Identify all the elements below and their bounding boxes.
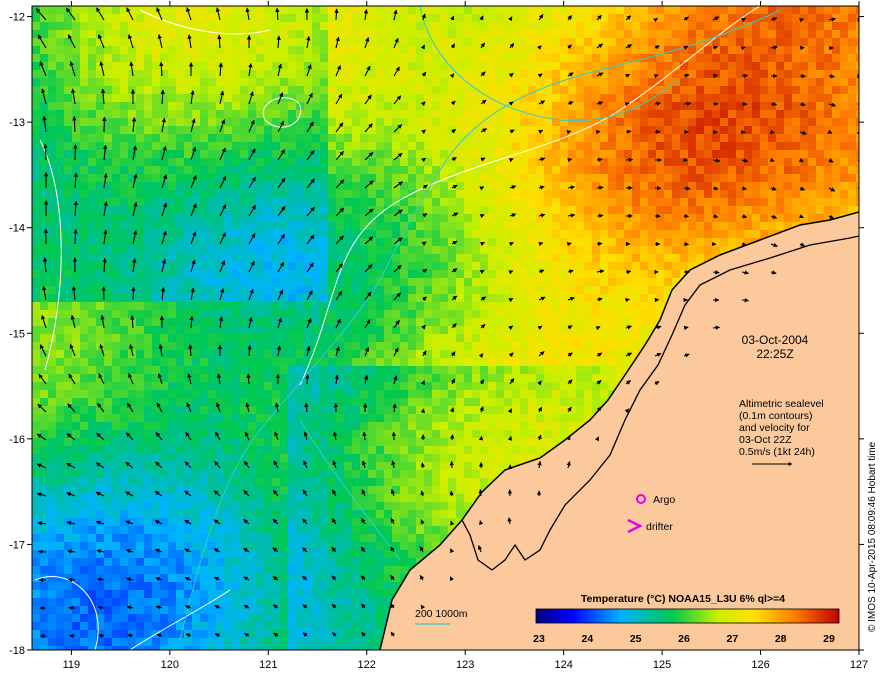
lon-tick-label: 123 bbox=[456, 659, 474, 671]
colorbar-tick-label: 25 bbox=[630, 633, 642, 645]
lat-tick-label: -16 bbox=[9, 434, 25, 446]
lon-tick-label: 122 bbox=[358, 659, 376, 671]
colorbar-tick-label: 24 bbox=[581, 633, 593, 645]
lat-tick-label: -14 bbox=[9, 223, 25, 235]
credit-text: © IMOS 10-Apr-2015 08:09:46 Hobart time bbox=[867, 441, 878, 632]
altimetry-line-5: 0.5m/s (1kt 24h) bbox=[739, 446, 815, 458]
colorbar-tick-label: 28 bbox=[775, 633, 787, 645]
sst-map: 119 120 121 122 123 124 125 126 127 -12 -13 -14 -15… bbox=[9, 1, 878, 671]
lon-tick-label: 119 bbox=[63, 659, 81, 671]
colorbar-gradient bbox=[535, 608, 840, 624]
drifter-label: drifter bbox=[646, 521, 673, 533]
lon-tick-label: 121 bbox=[259, 659, 277, 671]
colorbar-tick-label: 26 bbox=[678, 633, 690, 645]
lon-tick-label: 126 bbox=[751, 659, 769, 671]
colorbar-tick-label: 27 bbox=[726, 633, 738, 645]
lat-tick-label: -13 bbox=[9, 117, 25, 129]
lon-tick-label: 125 bbox=[653, 659, 671, 671]
colorbar-tick-label: 23 bbox=[533, 633, 545, 645]
altimetry-line-3: and velocity for bbox=[739, 422, 810, 434]
sst-field bbox=[32, 6, 859, 650]
altimetry-line-1: Altimetric sealevel bbox=[739, 398, 824, 410]
colorbar-tick-label: 29 bbox=[823, 633, 835, 645]
lat-tick-label: -12 bbox=[9, 12, 25, 24]
colorbar-title: Temperature (°C) NOAA15_L3U 6% ql>=4 bbox=[581, 593, 785, 605]
altimetry-line-4: 03-Oct 22Z bbox=[739, 434, 792, 446]
isobath-legend-label: 200 1000m bbox=[415, 608, 468, 620]
lon-tick-label: 124 bbox=[554, 659, 572, 671]
lon-tick-label: 127 bbox=[850, 659, 868, 671]
date-label: 03-Oct-2004 bbox=[742, 333, 809, 347]
argo-label: Argo bbox=[653, 494, 675, 506]
lon-tick-label: 120 bbox=[161, 659, 179, 671]
lat-tick-label: -18 bbox=[9, 645, 25, 657]
altimetry-line-2: (0.1m contours) bbox=[739, 410, 813, 422]
time-label: 22:25Z bbox=[756, 347, 793, 361]
lat-tick-label: -15 bbox=[9, 328, 25, 340]
lat-tick-label: -17 bbox=[9, 539, 25, 551]
